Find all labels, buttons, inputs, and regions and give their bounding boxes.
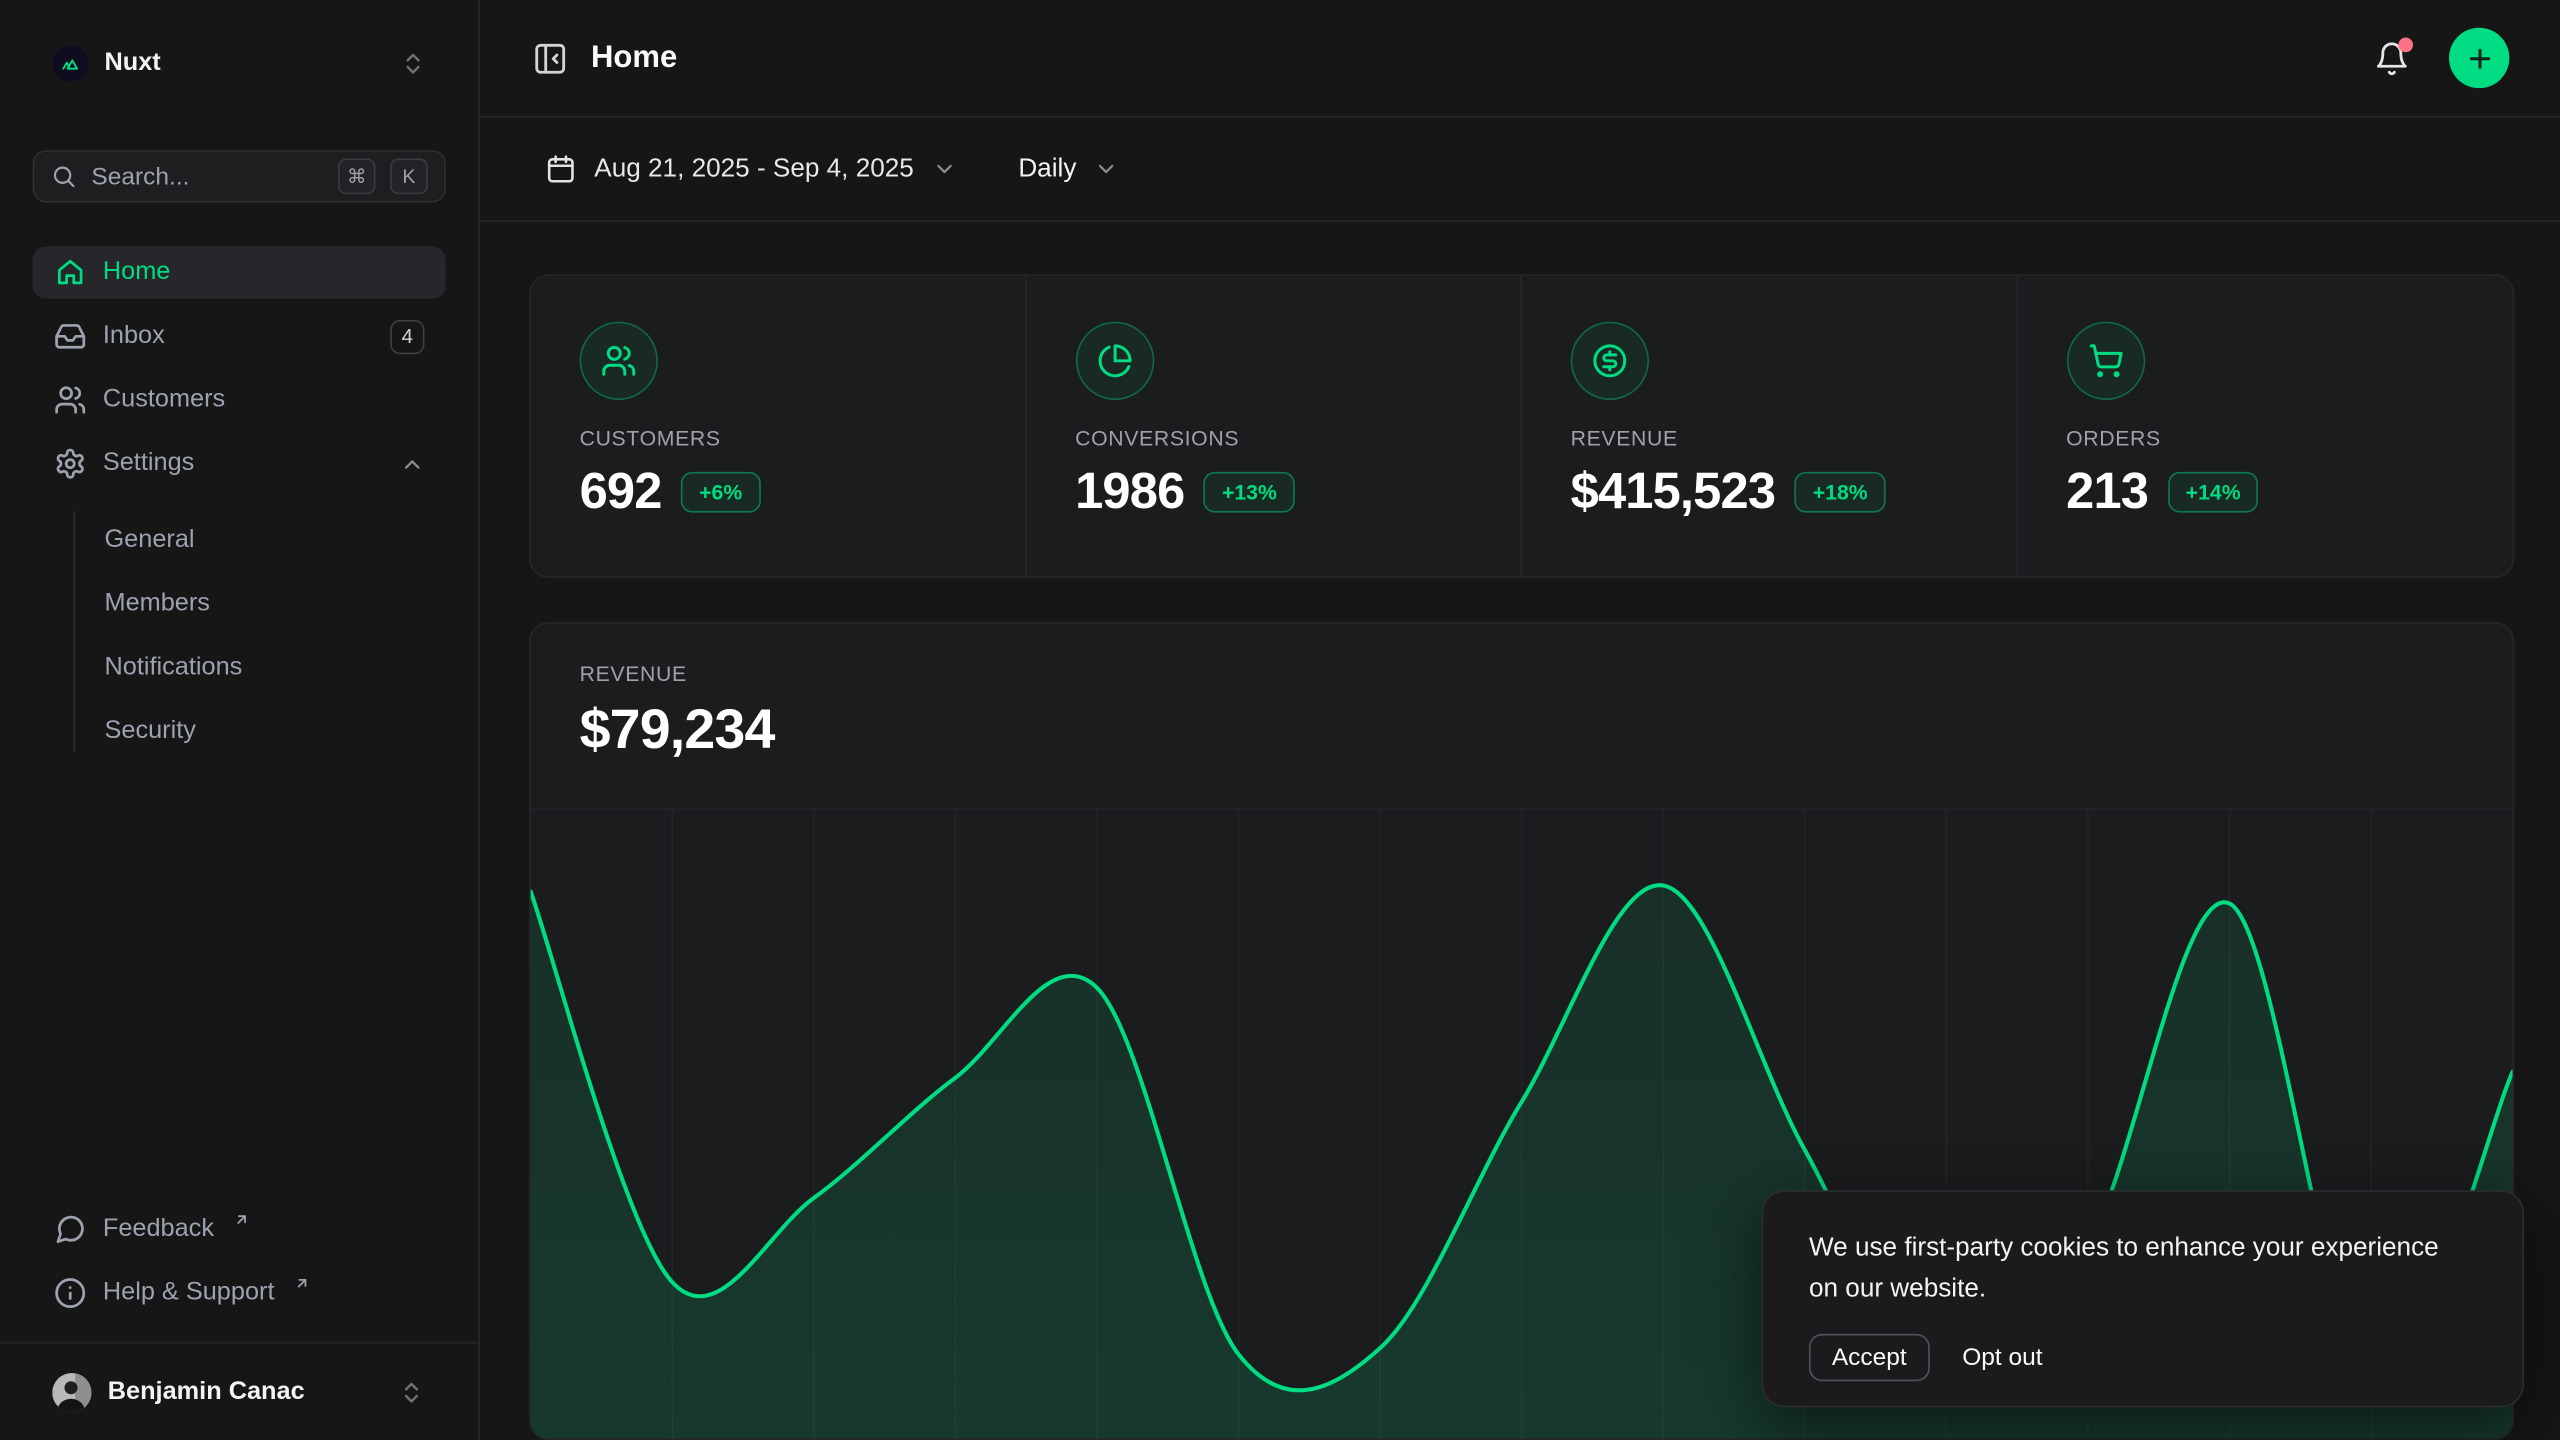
stat-orders: ORDERS 213 +14% — [2017, 276, 2513, 576]
inbox-count-badge: 4 — [390, 319, 424, 353]
sidebar-item-label: Home — [103, 258, 425, 287]
sidebar-spacer — [0, 762, 478, 1203]
calendar-icon — [545, 153, 576, 184]
stat-value: 213 — [2066, 462, 2148, 521]
stat-customers: CUSTOMERS 692 +6% — [531, 276, 1027, 576]
notification-dot — [2398, 37, 2413, 52]
help-support-label: Help & Support — [103, 1278, 275, 1307]
plus-icon — [2464, 43, 2493, 72]
sidebar-item-label: Customers — [103, 385, 425, 414]
granularity-value: Daily — [1018, 154, 1076, 183]
stat-value: 692 — [580, 462, 662, 521]
user-menu[interactable]: Benjamin Canac — [0, 1342, 478, 1440]
stat-delta-badge: +6% — [681, 471, 760, 512]
nuxt-logo-icon — [52, 46, 88, 82]
revenue-chart-header: REVENUE $79,234 — [531, 624, 2513, 808]
header-actions — [2374, 28, 2510, 88]
cmd-keycap: ⌘ — [338, 158, 376, 194]
sidebar-item-security[interactable]: Security — [104, 699, 445, 763]
feedback-link[interactable]: Feedback — [33, 1203, 446, 1255]
chevron-down-icon — [932, 157, 956, 181]
cookie-banner: We use first-party cookies to enhance yo… — [1762, 1190, 2524, 1407]
chat-bubble-icon — [54, 1213, 87, 1246]
stat-delta-badge: +14% — [2168, 471, 2259, 512]
gear-icon — [54, 447, 87, 480]
stat-conversions: CONVERSIONS 1986 +13% — [1026, 276, 1522, 576]
sidebar-item-general[interactable]: General — [104, 508, 445, 572]
stat-label: CUSTOMERS — [580, 426, 986, 450]
workspace-name: Nuxt — [104, 49, 383, 78]
sidebar-item-notifications[interactable]: Notifications — [104, 635, 445, 699]
sidebar-item-label: Settings — [103, 449, 384, 478]
search-input[interactable]: Search... ⌘ K — [33, 150, 446, 202]
dollar-circle-icon — [1571, 322, 1649, 400]
sidebar-item-members[interactable]: Members — [104, 571, 445, 635]
search-placeholder: Search... — [91, 162, 323, 190]
revenue-chart-value: $79,234 — [580, 699, 2464, 763]
stat-value: $415,523 — [1571, 462, 1776, 521]
date-range-value: Aug 21, 2025 - Sep 4, 2025 — [594, 154, 914, 183]
notifications-button[interactable] — [2374, 40, 2410, 76]
user-name: Benjamin Canac — [108, 1377, 382, 1406]
feedback-label: Feedback — [103, 1215, 214, 1244]
chevrons-up-down-icon — [398, 1379, 424, 1405]
stat-delta-badge: +13% — [1204, 471, 1295, 512]
add-button[interactable] — [2449, 28, 2509, 88]
chevrons-up-down-icon — [400, 51, 426, 77]
cookie-actions: Accept Opt out — [1809, 1333, 2477, 1380]
accept-cookies-button[interactable]: Accept — [1809, 1333, 1930, 1380]
filter-bar: Aug 21, 2025 - Sep 4, 2025 Daily — [480, 118, 2560, 222]
page-header: Home — [480, 0, 2560, 118]
chevron-up-icon — [400, 451, 424, 475]
stat-delta-badge: +18% — [1795, 471, 1886, 512]
external-link-icon — [294, 1275, 310, 1291]
avatar — [52, 1372, 91, 1411]
k-keycap: K — [390, 158, 428, 194]
sidebar-item-inbox[interactable]: Inbox 4 — [33, 310, 446, 362]
cart-icon — [2066, 322, 2144, 400]
sidebar-item-label: Inbox — [103, 322, 374, 351]
inbox-icon — [54, 320, 87, 353]
settings-subnav: General Members Notifications Security — [33, 508, 446, 763]
info-circle-icon — [54, 1277, 87, 1310]
stat-value: 1986 — [1075, 462, 1184, 521]
sidebar-item-settings[interactable]: Settings — [33, 438, 446, 490]
external-link-icon — [234, 1211, 250, 1227]
chevron-down-icon — [1094, 157, 1118, 181]
workspace-switcher[interactable]: Nuxt — [33, 44, 446, 83]
sidebar: Nuxt Search... ⌘ K — [0, 0, 480, 1440]
users-icon — [580, 322, 658, 400]
sidebar-item-home[interactable]: Home — [33, 247, 446, 299]
search-icon — [51, 163, 77, 189]
stat-label: ORDERS — [2066, 426, 2473, 450]
revenue-chart-label: REVENUE — [580, 661, 2464, 685]
help-support-link[interactable]: Help & Support — [33, 1267, 446, 1319]
home-icon — [54, 256, 87, 289]
stat-label: CONVERSIONS — [1075, 426, 1481, 450]
sidebar-item-customers[interactable]: Customers — [33, 374, 446, 426]
date-range-picker[interactable]: Aug 21, 2025 - Sep 4, 2025 — [545, 153, 956, 184]
sidebar-nav: Home Inbox 4 C — [33, 247, 446, 763]
sidebar-collapse-icon[interactable] — [532, 40, 568, 76]
pie-chart-icon — [1075, 322, 1153, 400]
users-icon — [54, 384, 87, 417]
stat-label: REVENUE — [1571, 426, 1977, 450]
granularity-select[interactable]: Daily — [1018, 154, 1119, 183]
optout-cookies-button[interactable]: Opt out — [1959, 1335, 2046, 1379]
page-title: Home — [591, 40, 677, 76]
stats-row: CUSTOMERS 692 +6% CONVERSIONS 1986 — [529, 274, 2514, 578]
cookie-message: We use first-party cookies to enhance yo… — [1809, 1229, 2462, 1310]
stat-revenue: REVENUE $415,523 +18% — [1522, 276, 2018, 576]
sidebar-footer-links: Feedback Help & Support — [33, 1203, 446, 1319]
